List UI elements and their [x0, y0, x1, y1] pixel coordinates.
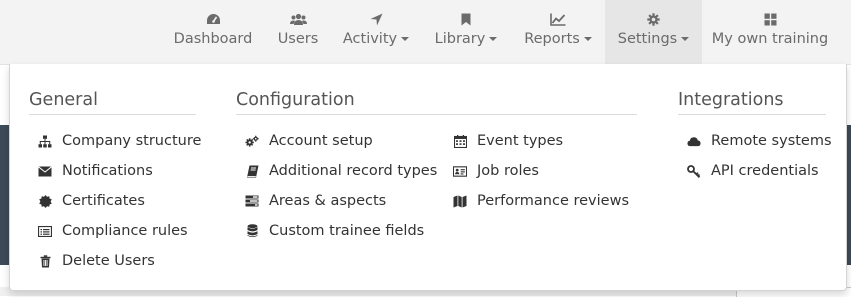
section-title-general: General [29, 90, 196, 115]
menu-item-company-structure[interactable]: Company structure [38, 131, 201, 151]
chevron-down-icon [583, 37, 592, 41]
nav-activity[interactable]: Activity [340, 0, 412, 64]
tasks-icon [245, 194, 259, 208]
top-navbar: Dashboard Users Activity Library Reports… [0, 0, 851, 65]
menu-item-certificates[interactable]: Certificates [38, 191, 145, 211]
nav-library[interactable]: Library [429, 0, 503, 64]
key-icon [687, 164, 701, 178]
location-arrow-icon [370, 12, 383, 26]
nav-label-activity: Activity [342, 31, 398, 47]
sitemap-icon [38, 134, 52, 148]
trash-icon [38, 254, 52, 268]
nav-label-reports: Reports [524, 31, 580, 47]
menu-label: Areas & aspects [269, 193, 387, 209]
section-title-integrations: Integrations [678, 90, 826, 115]
chevron-down-icon [489, 37, 498, 41]
menu-item-delete-users[interactable]: Delete Users [38, 251, 155, 271]
calendar-icon [453, 134, 467, 148]
nav-reports[interactable]: Reports [518, 0, 598, 64]
nav-users[interactable]: Users [271, 0, 325, 64]
cloud-icon [687, 134, 701, 148]
menu-label: Delete Users [62, 253, 155, 269]
gear-icon [647, 12, 660, 26]
certificate-icon [38, 194, 52, 208]
book-icon [245, 164, 259, 178]
menu-label: Company structure [62, 133, 202, 149]
menu-label: API credentials [711, 163, 819, 179]
database-icon [245, 224, 259, 238]
menu-label: Account setup [269, 133, 373, 149]
menu-label: Remote systems [711, 133, 832, 149]
nav-label-users: Users [277, 31, 319, 47]
map-icon [453, 194, 467, 208]
menu-item-account-setup[interactable]: Account setup [245, 131, 373, 151]
chevron-down-icon [401, 37, 410, 41]
menu-item-compliance-rules[interactable]: Compliance rules [38, 221, 188, 241]
menu-item-performance-reviews[interactable]: Performance reviews [453, 191, 629, 211]
menu-item-notifications[interactable]: Notifications [38, 161, 153, 181]
nav-label-dashboard: Dashboard [173, 31, 253, 47]
menu-label: Notifications [62, 163, 153, 179]
menu-item-api-credentials[interactable]: API credentials [687, 161, 819, 181]
menu-label: Event types [477, 133, 564, 149]
menu-item-additional-record-types[interactable]: Additional record types [245, 161, 437, 181]
menu-item-custom-trainee-fields[interactable]: Custom trainee fields [245, 221, 424, 241]
menu-label: Certificates [62, 193, 145, 209]
menu-label: Compliance rules [62, 223, 188, 239]
users-icon [289, 12, 307, 26]
settings-dropdown-menu: General Company structure Notifications … [9, 64, 847, 291]
list-alt-icon [38, 224, 52, 238]
id-card-icon [453, 164, 467, 178]
menu-item-event-types[interactable]: Event types [453, 131, 563, 151]
menu-item-job-roles[interactable]: Job roles [453, 161, 539, 181]
menu-label: Custom trainee fields [269, 223, 425, 239]
bookmark-icon [461, 12, 471, 26]
nav-dashboard[interactable]: Dashboard [170, 0, 256, 64]
menu-label: Job roles [477, 163, 539, 179]
nav-settings[interactable]: Settings [605, 0, 702, 64]
line-chart-icon [550, 12, 566, 26]
menu-item-areas-aspects[interactable]: Areas & aspects [245, 191, 386, 211]
dashboard-icon [206, 12, 221, 26]
nav-label-library: Library [434, 31, 486, 47]
chevron-down-icon [681, 37, 690, 41]
menu-label: Performance reviews [477, 193, 630, 209]
cogs-icon [245, 134, 259, 148]
nav-my-own-training[interactable]: My own training [712, 0, 828, 64]
envelope-icon [38, 164, 52, 178]
nav-label-settings: Settings [617, 31, 678, 47]
section-title-configuration: Configuration [236, 90, 637, 115]
menu-label: Additional record types [269, 163, 438, 179]
menu-item-remote-systems[interactable]: Remote systems [687, 131, 832, 151]
grid-icon [764, 12, 777, 26]
nav-label-my-own-training: My own training [711, 31, 829, 47]
